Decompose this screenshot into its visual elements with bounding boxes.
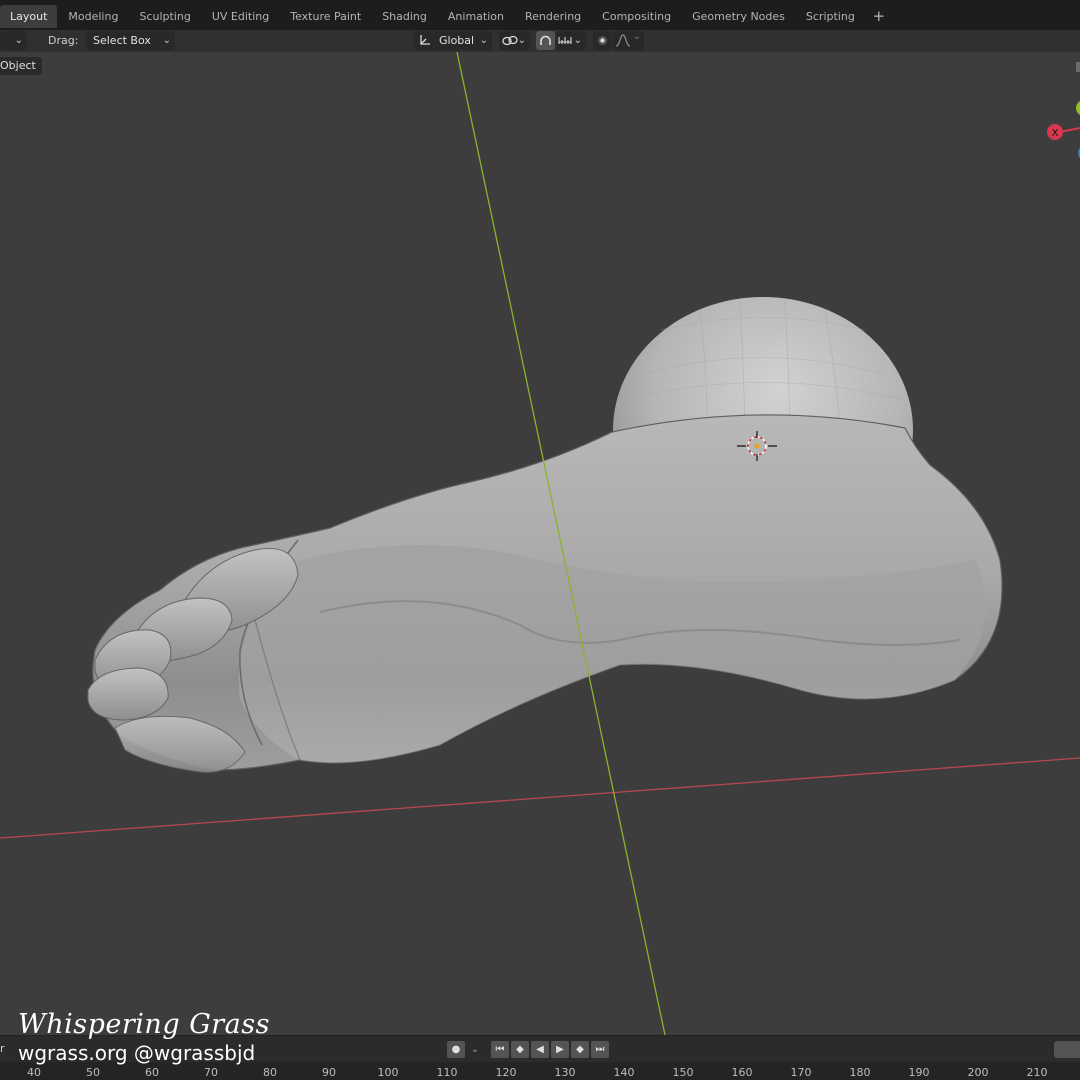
tick-label: 210 — [1026, 1066, 1048, 1079]
pivot-point-dropdown[interactable]: ⌄ — [499, 31, 530, 50]
link-icon — [502, 35, 518, 46]
next-keyframe-button[interactable]: ◆ — [571, 1041, 589, 1058]
play-button[interactable]: ▶ — [551, 1041, 569, 1058]
plus-icon[interactable]: + — [869, 5, 889, 28]
chevron-down-icon: ⌄ — [517, 35, 526, 46]
tab-shading[interactable]: Shading — [372, 5, 437, 28]
magnet-icon — [540, 35, 551, 45]
tab-sculpting[interactable]: Sculpting — [129, 5, 200, 28]
record-button[interactable]: ● — [447, 1041, 465, 1058]
chevron-down-icon: ⌄ — [479, 35, 488, 46]
tab-texture-paint[interactable]: Texture Paint — [280, 5, 371, 28]
mode-dropdown[interactable]: ⌄ — [0, 31, 27, 50]
navigation-gizmo[interactable]: X Y — [1047, 62, 1080, 161]
chevron-down-icon: ⌄ — [573, 35, 582, 46]
tab-modeling[interactable]: Modeling — [58, 5, 128, 28]
transform-orientation-dropdown[interactable]: Global ⌄ — [414, 31, 492, 50]
jump-end-button[interactable]: ⏭ — [591, 1041, 609, 1058]
jump-start-icon: ⏮ — [495, 1044, 505, 1055]
object-mode-label: Object — [0, 57, 42, 75]
tick-label: 140 — [613, 1066, 635, 1079]
tab-geometry-nodes[interactable]: Geometry Nodes — [682, 5, 795, 28]
falloff-curve-icon — [615, 34, 631, 47]
workspace-tabs: Layout Modeling Sculpting UV Editing Tex… — [0, 5, 889, 28]
tick-label: 150 — [672, 1066, 694, 1079]
viewport-header: ⌄ Drag: Select Box ⌄ Global ⌄ ⌄ ⌄ ⌄ — [0, 30, 1080, 52]
snap-increment-icon — [558, 37, 572, 44]
chevron-down-icon: ⌄ — [632, 31, 641, 42]
snap-target-dropdown[interactable]: ⌄ — [556, 31, 586, 50]
tab-layout[interactable]: Layout — [0, 5, 58, 28]
snap-toggle[interactable] — [536, 31, 555, 50]
play-icon: ▶ — [556, 1044, 564, 1055]
tick-label: 50 — [86, 1066, 100, 1079]
watermark-handle: wgrass.org @wgrassbjd — [18, 1041, 256, 1065]
jump-start-button[interactable]: ⏮ — [491, 1041, 509, 1058]
tick-label: 130 — [554, 1066, 576, 1079]
tick-label: 80 — [263, 1066, 277, 1079]
jump-end-icon: ⏭ — [595, 1044, 605, 1055]
tick-label: 110 — [436, 1066, 458, 1079]
drag-label: Drag: — [48, 34, 79, 47]
tick-label: 120 — [495, 1066, 517, 1079]
watermark-title: Whispering Grass — [18, 1009, 270, 1040]
tick-label: 190 — [908, 1066, 930, 1079]
proportional-dot-icon — [598, 36, 607, 45]
tab-compositing[interactable]: Compositing — [592, 5, 681, 28]
workspace-bar: Layout Modeling Sculpting UV Editing Tex… — [0, 0, 1080, 30]
x-axis-line — [0, 757, 1080, 839]
tick-label: 100 — [377, 1066, 399, 1079]
play-reverse-icon: ◀ — [536, 1044, 544, 1055]
drag-select-value: Select Box — [93, 34, 151, 47]
timeline-left-label: r — [0, 1042, 5, 1055]
chevron-down-icon[interactable]: ⌄ — [467, 1041, 483, 1058]
tick-label: 170 — [790, 1066, 812, 1079]
frame-field[interactable] — [1054, 1041, 1080, 1058]
tick-label: 60 — [145, 1066, 159, 1079]
chevron-down-icon: ⌄ — [162, 35, 171, 46]
chevron-down-icon: ⌄ — [14, 35, 23, 46]
prev-keyframe-icon: ◆ — [516, 1044, 524, 1055]
tick-label: 40 — [27, 1066, 41, 1079]
tick-label: 90 — [322, 1066, 336, 1079]
tick-label: 160 — [731, 1066, 753, 1079]
record-dot-icon: ● — [451, 1044, 461, 1055]
tab-uv-editing[interactable]: UV Editing — [202, 5, 279, 28]
falloff-dropdown[interactable]: ⌄ — [612, 31, 644, 50]
orientation-axes-icon — [420, 35, 430, 45]
tick-label: 70 — [204, 1066, 218, 1079]
viewport-scene[interactable]: X Y — [0, 52, 1080, 1035]
tick-label: 180 — [849, 1066, 871, 1079]
tab-rendering[interactable]: Rendering — [515, 5, 591, 28]
proportional-editing-toggle[interactable] — [593, 31, 611, 50]
next-keyframe-icon: ◆ — [576, 1044, 584, 1055]
tab-animation[interactable]: Animation — [438, 5, 514, 28]
play-reverse-button[interactable]: ◀ — [531, 1041, 549, 1058]
drag-select-dropdown[interactable]: Select Box ⌄ — [86, 31, 175, 50]
tick-label: 200 — [967, 1066, 989, 1079]
prev-keyframe-button[interactable]: ◆ — [511, 1041, 529, 1058]
3d-viewport[interactable]: X Y Object — [0, 52, 1080, 1035]
gizmo-x-label: X — [1052, 128, 1059, 139]
tab-scripting[interactable]: Scripting — [796, 5, 865, 28]
